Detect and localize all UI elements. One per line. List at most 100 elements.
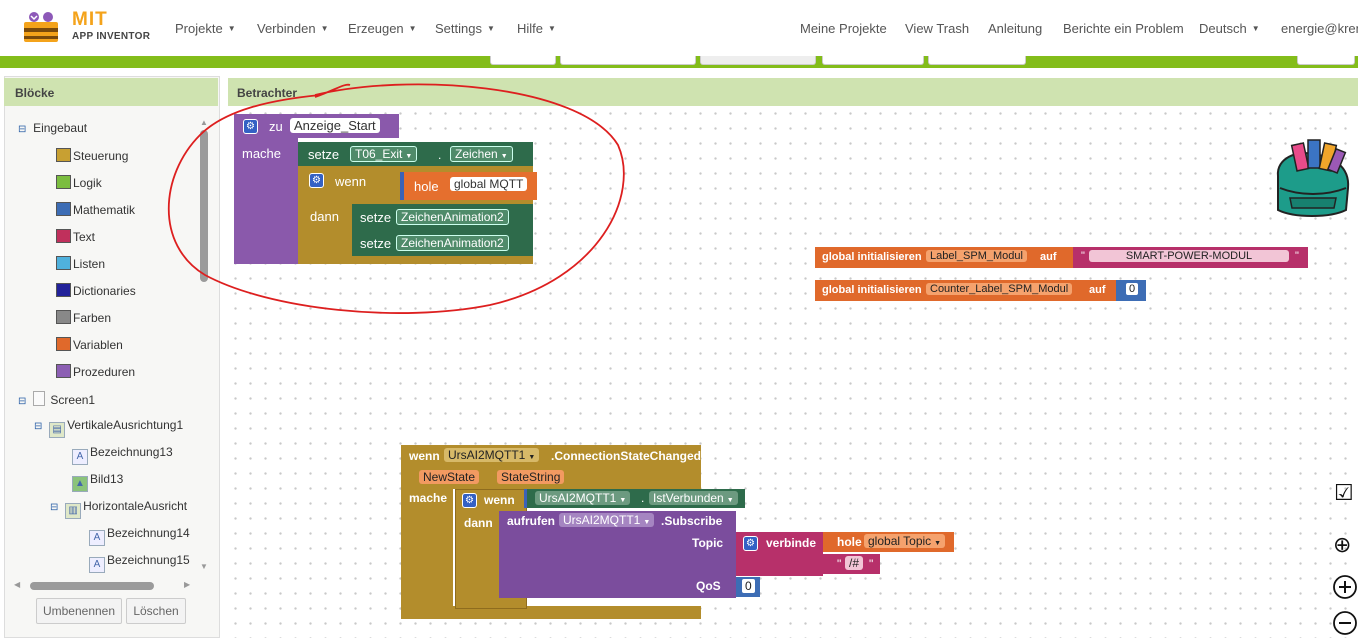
color-swatch-icon <box>56 175 71 189</box>
collapse-icon[interactable]: ⊟ <box>18 124 26 135</box>
tree-item-eingebaut[interactable]: ⊟ Eingebaut <box>18 121 87 135</box>
text-string-field[interactable]: SMART-POWER-MODUL <box>1089 250 1289 262</box>
toolbar-button[interactable] <box>490 56 556 65</box>
builtin-drawer-variablen[interactable]: Variablen <box>56 337 123 352</box>
parameter-statestring[interactable]: StateString <box>497 470 565 484</box>
builtin-drawer-logik[interactable]: Logik <box>56 175 102 190</box>
tree-item-horizontale-ausrichtung[interactable]: ⊟ ▥ HorizontaleAusricht <box>50 499 187 519</box>
link-bericht-problem[interactable]: Berichte ein Problem <box>1063 21 1184 36</box>
component-dropdown[interactable]: UrsAI2MQTT1 ▼ <box>535 491 631 505</box>
link-anleitung[interactable]: Anleitung <box>988 21 1042 36</box>
text-string-block[interactable]: " SMART-POWER-MODUL " <box>1073 247 1308 268</box>
delete-button[interactable]: Löschen <box>126 598 186 624</box>
builtin-drawer-steuerung[interactable]: Steuerung <box>56 148 128 163</box>
parameter-newstate[interactable]: NewState <box>419 470 480 484</box>
builtin-drawer-farben[interactable]: Farben <box>56 310 111 325</box>
menu-erzeugen[interactable]: Erzeugen ▼ <box>348 21 417 36</box>
color-swatch-icon <box>56 256 71 270</box>
component-dropdown[interactable]: UrsAI2MQTT1 ▼ <box>559 513 655 527</box>
toolbar-button[interactable] <box>1297 56 1355 65</box>
number-field[interactable]: 0 <box>742 579 755 593</box>
drawer-label: Steuerung <box>73 149 129 163</box>
chevron-down-icon: ▼ <box>227 24 236 33</box>
component-dropdown[interactable]: UrsAI2MQTT1 ▼ <box>444 448 540 462</box>
zoom-in-icon[interactable] <box>1332 574 1358 600</box>
label-icon: A <box>72 449 88 465</box>
builtin-drawer-text[interactable]: Text <box>56 229 95 244</box>
vertical-arrangement-icon: ▤ <box>49 422 66 438</box>
number-block[interactable]: 0 <box>1116 280 1146 301</box>
builtin-drawer-mathematik[interactable]: Mathematik <box>56 202 135 217</box>
link-view-trash[interactable]: View Trash <box>905 21 969 36</box>
drawer-label: Dictionaries <box>73 284 136 298</box>
join-text-block[interactable]: ⚙ verbinde <box>736 532 823 576</box>
collapse-icon[interactable]: ⊟ <box>18 396 26 407</box>
global-init-block[interactable]: global initialisieren Label_SPM_Modul au… <box>815 247 1073 268</box>
tree-item-bezeichnung14[interactable]: A Bezeichnung14 <box>89 526 190 546</box>
screen-icon <box>33 391 46 406</box>
color-swatch-icon <box>56 283 71 297</box>
app-inventor-logo-icon[interactable] <box>20 8 64 46</box>
gear-icon[interactable]: ⚙ <box>462 493 477 508</box>
tree-item-bezeichnung13[interactable]: A Bezeichnung13 <box>72 445 173 465</box>
menu-verbinden[interactable]: Verbinden ▼ <box>257 21 328 36</box>
collapse-icon[interactable]: ⊟ <box>34 421 42 432</box>
zoom-out-icon[interactable] <box>1332 610 1358 636</box>
toolbar-button[interactable] <box>928 56 1026 65</box>
variable-dropdown[interactable]: global Topic ▼ <box>864 534 946 548</box>
menu-hilfe[interactable]: Hilfe ▼ <box>517 21 556 36</box>
variable-name-field[interactable]: Label_SPM_Modul <box>926 250 1027 262</box>
drawer-label: Text <box>73 230 96 244</box>
chevron-down-icon: ▼ <box>548 24 556 33</box>
toolbar-button[interactable] <box>822 56 924 65</box>
chevron-down-icon: ▼ <box>486 24 495 33</box>
chevron-down-icon: ▼ <box>408 24 417 33</box>
checkbox-tool-icon[interactable]: ☑ <box>1334 480 1354 506</box>
menu-language[interactable]: Deutsch ▼ <box>1199 21 1260 36</box>
menu-user-account[interactable]: energie@krent <box>1281 21 1358 36</box>
tree-item-bezeichnung15[interactable]: A Bezeichnung15 <box>89 553 190 573</box>
builtin-drawer-dictionaries[interactable]: Dictionaries <box>56 283 136 298</box>
gear-icon[interactable]: ⚙ <box>743 536 758 551</box>
builtin-drawer-prozeduren[interactable]: Prozeduren <box>56 364 135 379</box>
drawer-label: Listen <box>73 257 106 271</box>
backpack-icon[interactable] <box>1270 136 1356 220</box>
scroll-left-icon[interactable]: ◀ <box>14 580 20 589</box>
variable-name-field[interactable]: Counter_Label_SPM_Modul <box>926 283 1073 295</box>
call-method-block[interactable]: aufrufen UrsAI2MQTT1 ▼ .Subscribe Topic Q… <box>499 511 736 598</box>
property-dropdown[interactable]: IstVerbunden ▼ <box>649 491 738 505</box>
menu-settings[interactable]: Settings ▼ <box>435 21 495 36</box>
scrollbar-thumb[interactable] <box>30 582 154 590</box>
builtin-drawer-listen[interactable]: Listen <box>56 256 105 271</box>
blocks-horizontal-scrollbar[interactable]: ◀ ▶ <box>14 580 194 592</box>
global-init-block[interactable]: global initialisieren Counter_Label_SPM_… <box>815 280 1116 301</box>
event-handler-block[interactable]: wenn UrsAI2MQTT1 ▼ .ConnectionStateChange… <box>401 445 701 489</box>
get-property-block[interactable]: UrsAI2MQTT1 ▼ . IstVerbunden ▼ <box>524 489 745 508</box>
collapse-icon[interactable]: ⊟ <box>50 502 58 513</box>
drawer-label: Mathematik <box>73 203 136 217</box>
link-meine-projekte[interactable]: Meine Projekte <box>800 21 887 36</box>
tree-item-screen1[interactable]: ⊟ Screen1 <box>18 391 95 407</box>
scroll-down-icon[interactable]: ▼ <box>200 562 208 571</box>
color-swatch-icon <box>56 229 71 243</box>
text-string-block[interactable]: " /# " <box>823 554 880 574</box>
color-swatch-icon <box>56 148 71 162</box>
rename-button[interactable]: Umbenennen <box>36 598 122 624</box>
menu-projekte[interactable]: Projekte ▼ <box>175 21 236 36</box>
tree-item-vertikale-ausrichtung[interactable]: ⊟ ▤ VertikaleAusrichtung1 <box>34 418 183 438</box>
drawer-label: Logik <box>73 176 102 190</box>
number-field[interactable]: 0 <box>1126 283 1139 295</box>
text-string-field[interactable]: /# <box>845 556 864 570</box>
image-icon: ▲ <box>72 476 88 492</box>
label-icon: A <box>89 530 105 546</box>
color-swatch-icon <box>56 202 71 216</box>
get-global-variable-block[interactable]: hole global Topic ▼ <box>823 532 954 552</box>
tree-item-bild13[interactable]: ▲ Bild13 <box>72 472 123 492</box>
recenter-icon[interactable]: ⊕ <box>1333 532 1351 558</box>
drawer-label: Prozeduren <box>73 365 136 379</box>
toolbar-button[interactable] <box>700 56 816 65</box>
event-body-frame: mache <box>401 489 453 619</box>
toolbar-button[interactable] <box>560 56 696 65</box>
scroll-right-icon[interactable]: ▶ <box>184 580 190 589</box>
number-block[interactable]: 0 <box>736 577 760 597</box>
